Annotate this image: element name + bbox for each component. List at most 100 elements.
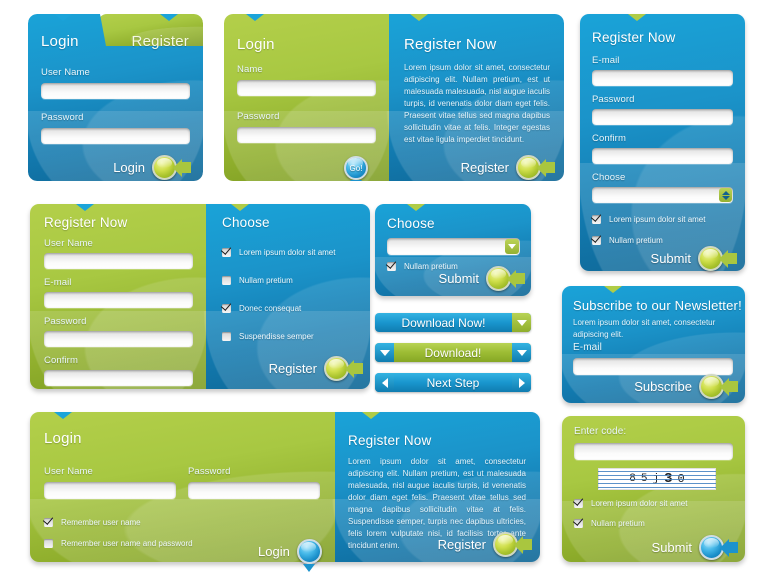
checkbox-icon-r2[interactable] [44, 539, 53, 548]
checkbox-row-r2[interactable]: Remember user name and password [44, 539, 193, 548]
checkbox-label-r2: Remember user name and password [61, 539, 193, 548]
arrow-right-icon-3 [718, 249, 737, 268]
notch-icon-login3 [54, 412, 72, 419]
checkbox-icon-k2[interactable] [574, 519, 583, 528]
tab-register-label[interactable]: Register [132, 33, 189, 50]
checkbox-row-c3[interactable]: Donec consequat [222, 304, 335, 313]
password-input-4[interactable] [44, 331, 193, 347]
checkbox-row-r1[interactable]: Remember user name [44, 518, 141, 527]
chevron-down-icon[interactable] [505, 239, 519, 254]
register-button-label-2: Register [268, 361, 317, 376]
checkbox-label-c3: Donec consequat [239, 304, 302, 313]
captcha-strike-lines [598, 468, 716, 490]
checkbox-label-k2: Nullam pretium [591, 519, 645, 528]
checkbox-label-c2: Nullam pretium [239, 276, 293, 285]
login-title: Login [237, 36, 275, 53]
confirm-input[interactable] [592, 148, 733, 164]
subscribe-button-label: Subscribe [634, 379, 692, 394]
checkbox-row-2[interactable]: Nullam pretium [592, 236, 733, 245]
checkbox-row-k2[interactable]: Nullam pretium [574, 519, 645, 528]
confirm-label-2: Confirm [44, 355, 78, 366]
arrow-right-icon-9 [719, 538, 738, 557]
email-input[interactable] [592, 70, 733, 86]
login-wide-button[interactable] [296, 539, 322, 572]
checkbox-icon-c4[interactable] [222, 332, 231, 341]
username-label: User Name [41, 67, 90, 78]
checkbox-icon-k1[interactable] [574, 499, 583, 508]
arrow-down-icon-4 [303, 564, 316, 572]
checkbox-icon-c1[interactable] [222, 248, 231, 257]
notch-icon-choose2 [407, 204, 425, 211]
arrow-down-icon-2 [375, 343, 394, 362]
password-label: Password [41, 112, 84, 123]
password-input-5[interactable] [188, 482, 320, 499]
checkbox-row-c4[interactable]: Suspendisse semper [222, 332, 335, 341]
newsletter-body: Lorem ipsum dolor sit amet, consectetur … [573, 318, 716, 339]
password-label-4: Password [44, 316, 87, 327]
arrow-right-icon-6 [512, 373, 531, 392]
login-wide-title: Login [44, 430, 82, 447]
captcha-submit-label: Submit [651, 540, 692, 555]
choose-small-select[interactable] [387, 238, 520, 255]
tab-login-label[interactable]: Login [41, 33, 79, 50]
panel-login-tabs: Login Register User Name Password Login [28, 14, 203, 181]
notch-icon-choose [231, 204, 249, 211]
register-button-2[interactable] [324, 356, 363, 381]
captcha-submit-button[interactable] [699, 535, 738, 560]
captcha-input[interactable] [574, 443, 733, 460]
arrow-right-icon-4 [344, 359, 363, 378]
register-text-button[interactable] [493, 532, 532, 557]
checkbox-icon-1[interactable] [592, 215, 601, 224]
notch-icon-login2 [246, 14, 264, 21]
subscribe-button[interactable] [699, 374, 738, 399]
checkbox-row-c1[interactable]: Lorem ipsum dolor sit amet [222, 248, 335, 257]
next-step-button[interactable]: Next Step [375, 373, 531, 392]
newsletter-title: Subscribe to our Newsletter! [573, 298, 742, 313]
choose-select[interactable] [592, 187, 733, 203]
submit-button[interactable] [698, 246, 737, 271]
arrow-down-icon-3 [512, 343, 531, 362]
login-button-label: Login [113, 160, 145, 175]
checkbox-label-r1: Remember user name [61, 518, 141, 527]
download-button[interactable]: Download! [375, 343, 531, 362]
username-input[interactable] [41, 83, 190, 99]
download-now-button[interactable]: Download Now! [375, 313, 531, 332]
password-input-2[interactable] [237, 127, 376, 143]
login-button[interactable] [152, 155, 191, 180]
spinner-icon[interactable] [719, 188, 732, 202]
password-input-3[interactable] [592, 109, 733, 125]
password-input[interactable] [41, 128, 190, 144]
name-input[interactable] [237, 80, 376, 96]
choose-title: Choose [222, 215, 270, 230]
checkbox-row-c2[interactable]: Nullam pretium [222, 276, 335, 285]
register-title: Register Now [404, 36, 497, 53]
checkbox-icon-s1[interactable] [387, 262, 396, 271]
password-label-5: Password [188, 466, 231, 477]
username-input-2[interactable] [44, 253, 193, 269]
notch-icon-newsletter [604, 286, 622, 293]
download-now-label: Download Now! [401, 315, 486, 330]
register-button[interactable] [516, 155, 555, 180]
checkbox-icon-2[interactable] [592, 236, 601, 245]
arrow-right-icon-7 [719, 377, 738, 396]
go-button[interactable]: Go! [344, 156, 368, 181]
register-body: Lorem ipsum dolor sit amet, consectetur … [404, 63, 550, 144]
newsletter-email-input[interactable] [573, 358, 733, 375]
name-label: Name [237, 64, 263, 75]
captcha-title: Enter code: [574, 426, 627, 437]
confirm-input-2[interactable] [44, 370, 193, 386]
register-text-title: Register Now [348, 433, 432, 448]
checkbox-icon-c2[interactable] [222, 276, 231, 285]
panel-register-choose: Register Now User Name E-mail Password C… [30, 204, 370, 389]
checkbox-row-k1[interactable]: Lorem ipsum dolor sit amet [574, 499, 687, 508]
checkbox-icon-r1[interactable] [44, 518, 53, 527]
checkbox-row-1[interactable]: Lorem ipsum dolor sit amet [592, 215, 733, 224]
username-input-3[interactable] [44, 482, 176, 499]
checkbox-icon-c3[interactable] [222, 304, 231, 313]
checkbox-label-1: Lorem ipsum dolor sit amet [609, 215, 706, 224]
submit-button-2[interactable] [486, 266, 525, 291]
next-step-label: Next Step [426, 375, 480, 390]
email-input-2[interactable] [44, 292, 193, 308]
notch-icon-register [160, 14, 178, 21]
register-now-title-2: Register Now [44, 215, 128, 230]
